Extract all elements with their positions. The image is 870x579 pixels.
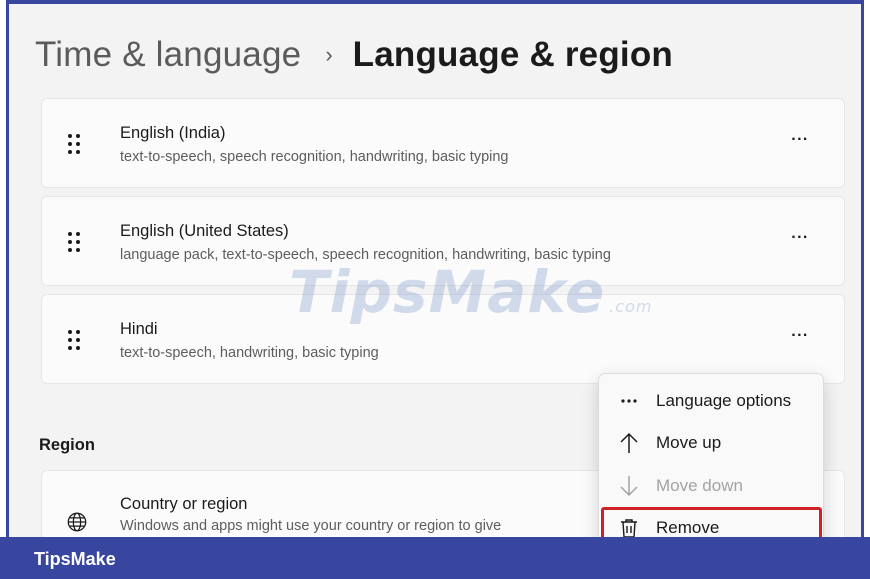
breadcrumb-parent-link[interactable]: Time & language — [35, 35, 301, 75]
arrow-down-icon — [617, 474, 641, 498]
drag-handle-icon[interactable] — [68, 134, 82, 154]
language-item-english-india[interactable]: English (India) text-to-speech, speech r… — [41, 98, 845, 188]
more-options-button[interactable]: ··· — [788, 230, 812, 251]
watermark-text: TipsMake — [289, 258, 606, 326]
menu-item-label: Move down — [656, 476, 743, 495]
language-features: text-to-speech, speech recognition, hand… — [120, 149, 509, 165]
country-region-title: Country or region — [120, 495, 248, 513]
drag-handle-icon[interactable] — [68, 330, 82, 350]
menu-item-language-options[interactable]: Language options — [599, 380, 823, 422]
watermark-suffix: .com — [609, 297, 653, 316]
drag-handle-icon[interactable] — [68, 232, 82, 252]
more-options-button[interactable]: ··· — [788, 328, 812, 349]
globe-icon — [67, 512, 87, 532]
breadcrumb-separator-icon: › — [325, 42, 333, 67]
arrow-up-icon — [617, 431, 641, 455]
language-name: Hindi — [120, 320, 158, 338]
language-name: English (India) — [120, 124, 226, 142]
menu-item-move-up[interactable]: Move up — [599, 422, 823, 464]
settings-window: Time & language › Language & region Engl… — [6, 0, 864, 579]
country-region-description: Windows and apps might use your country … — [120, 518, 502, 534]
menu-item-move-down: Move down — [599, 465, 823, 507]
footer-brand: TipsMake — [34, 549, 116, 569]
watermark-logo: TipsMake .com — [289, 258, 652, 326]
page-title: Language & region — [352, 35, 674, 74]
more-horizontal-icon — [617, 389, 641, 413]
more-options-button[interactable]: ··· — [788, 132, 812, 153]
menu-item-label: Remove — [656, 518, 720, 537]
language-features: text-to-speech, handwriting, basic typin… — [120, 345, 379, 361]
region-section-label: Region — [39, 436, 95, 454]
footer-bar: TipsMake — [0, 537, 870, 579]
menu-item-label: Language options — [656, 391, 792, 410]
language-name: English (United States) — [120, 222, 289, 240]
menu-item-label: Move up — [656, 433, 722, 452]
breadcrumb: Time & language › Language & region — [35, 30, 673, 80]
